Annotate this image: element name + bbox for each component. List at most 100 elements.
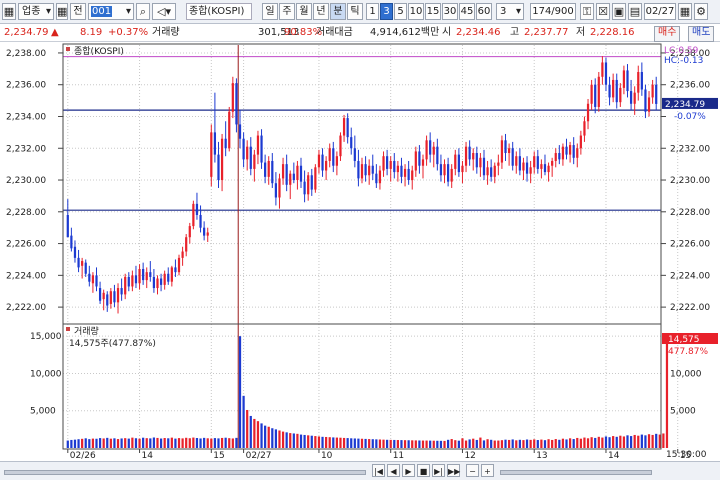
candle-body <box>479 157 482 168</box>
candle-body <box>342 118 346 136</box>
candle-body <box>102 292 105 300</box>
last-price-pct: -0.07% <box>674 112 706 122</box>
minute-60[interactable]: 60 <box>476 3 492 20</box>
volume-bar <box>235 437 238 448</box>
minute-3[interactable]: 3 <box>380 3 393 20</box>
minute-30[interactable]: 30 <box>442 3 458 20</box>
candle-body <box>371 165 374 174</box>
stop-icon[interactable]: ■ <box>417 464 430 477</box>
settings-icon[interactable]: ⚙ <box>694 3 708 20</box>
search-icon[interactable]: ⌕ <box>136 3 150 20</box>
lc-label: LC:0.59 <box>664 46 699 56</box>
save-icon[interactable]: ▣ <box>612 3 626 20</box>
zoom-track[interactable] <box>500 470 652 475</box>
candle-body <box>393 160 396 173</box>
volume-bar <box>260 423 263 448</box>
period-week[interactable]: 주 <box>279 3 295 20</box>
minute-45[interactable]: 45 <box>459 3 475 20</box>
fast-forward-icon[interactable]: ▶▶ <box>447 464 460 477</box>
volume-bar <box>579 438 582 448</box>
candle-body <box>88 273 91 282</box>
minute-1[interactable]: 1 <box>366 3 379 20</box>
minute-10[interactable]: 10 <box>408 3 424 20</box>
interval-select[interactable]: 3 ▾ <box>496 3 524 20</box>
price-volume-chart[interactable]: 2,238.00 2,238.002,236.00 2,236.002,234.00… <box>0 42 720 461</box>
grid-icon[interactable]: ▦ <box>2 3 16 20</box>
volume-bar <box>88 439 91 448</box>
period-tick[interactable]: 틱 <box>347 3 363 20</box>
period-minute[interactable]: 분 <box>330 3 346 20</box>
play-icon[interactable]: ▶ <box>402 464 415 477</box>
volume-bar <box>163 438 166 448</box>
volume-bar <box>554 439 557 448</box>
market-select[interactable]: 전 <box>70 3 86 20</box>
volume-bar <box>174 438 177 448</box>
speaker-icon[interactable]: ◁▾ <box>152 3 176 20</box>
grid-icon[interactable]: ▦ <box>56 3 68 20</box>
volume-bar <box>199 438 202 448</box>
volume-bar <box>210 438 213 448</box>
candle-body <box>403 168 407 177</box>
first-icon[interactable]: |◀ <box>372 464 385 477</box>
candle-body <box>375 173 378 184</box>
candle-body <box>350 137 353 149</box>
sell-button[interactable]: 매도 <box>688 26 715 42</box>
calendar-picker-icon[interactable]: ▦ <box>678 3 692 20</box>
checkbox-icon[interactable]: ☒ <box>596 3 610 20</box>
category-select[interactable]: 업종 ▾ <box>18 3 54 20</box>
volume-bar <box>637 435 640 448</box>
time-tick-label: 02/27 <box>246 451 272 461</box>
zoom-out-icon[interactable]: − <box>466 464 479 477</box>
volume-bar <box>131 437 134 448</box>
volume-bar <box>120 438 123 448</box>
candle-body <box>386 156 389 169</box>
prev-icon[interactable]: ◀ <box>387 464 400 477</box>
minute-5[interactable]: 5 <box>394 3 407 20</box>
period-month[interactable]: 월 <box>296 3 312 20</box>
code-input[interactable]: 001 ▾ <box>88 3 134 20</box>
period-year[interactable]: 년 <box>313 3 329 20</box>
candle-body <box>142 268 145 281</box>
volume-bar <box>195 438 199 448</box>
lock-icon[interactable]: ⚿ <box>580 3 594 20</box>
candle-body <box>475 153 478 168</box>
candle-body <box>364 164 367 176</box>
toolbar: ▦ 업종 ▾ ▦ 전 001 ▾ ⌕ ◁▾ 종합(KOSPI) 일 주 월 년 분 … <box>0 0 720 24</box>
candle-body <box>543 164 547 173</box>
next-icon[interactable]: ▶| <box>432 464 445 477</box>
candle-body <box>346 118 349 138</box>
volume-bar <box>529 439 532 448</box>
volume-bar <box>124 438 127 448</box>
candle-body <box>400 165 403 177</box>
calendar-icon[interactable]: ▤ <box>628 3 642 20</box>
volume-bar <box>626 435 629 448</box>
period-day[interactable]: 일 <box>262 3 278 20</box>
minute-15[interactable]: 15 <box>425 3 441 20</box>
candle-body <box>421 159 425 166</box>
candle-body <box>511 148 514 166</box>
volume-bar <box>655 433 658 448</box>
volume-bar <box>152 437 156 448</box>
volume-bar <box>633 434 636 448</box>
zoom-in-icon[interactable]: + <box>481 464 494 477</box>
candle-body <box>303 181 306 195</box>
volume-bar <box>522 440 525 448</box>
volume-bar <box>583 437 586 448</box>
volume-bar <box>450 439 453 448</box>
candle-body <box>647 97 651 112</box>
candle-body <box>389 160 392 169</box>
candle-body <box>181 251 184 258</box>
volume-bar <box>350 438 353 448</box>
scroll-track[interactable] <box>4 470 366 475</box>
buy-button[interactable]: 매수 <box>654 26 681 42</box>
candle-body <box>378 170 382 184</box>
volume-bar <box>332 437 335 448</box>
volume-bar <box>116 439 120 448</box>
volume-bar <box>497 440 500 448</box>
price-tick-label-left: 2,232.00 <box>6 144 46 154</box>
quote-bar: 2,234.79 ▲ 8.19 +0.37% 거래량 301,513 90.83… <box>0 24 720 42</box>
candle-body <box>271 160 274 184</box>
date-field[interactable]: 02/27 <box>644 3 676 20</box>
candle-body <box>267 160 270 177</box>
volume-bar <box>242 395 245 448</box>
